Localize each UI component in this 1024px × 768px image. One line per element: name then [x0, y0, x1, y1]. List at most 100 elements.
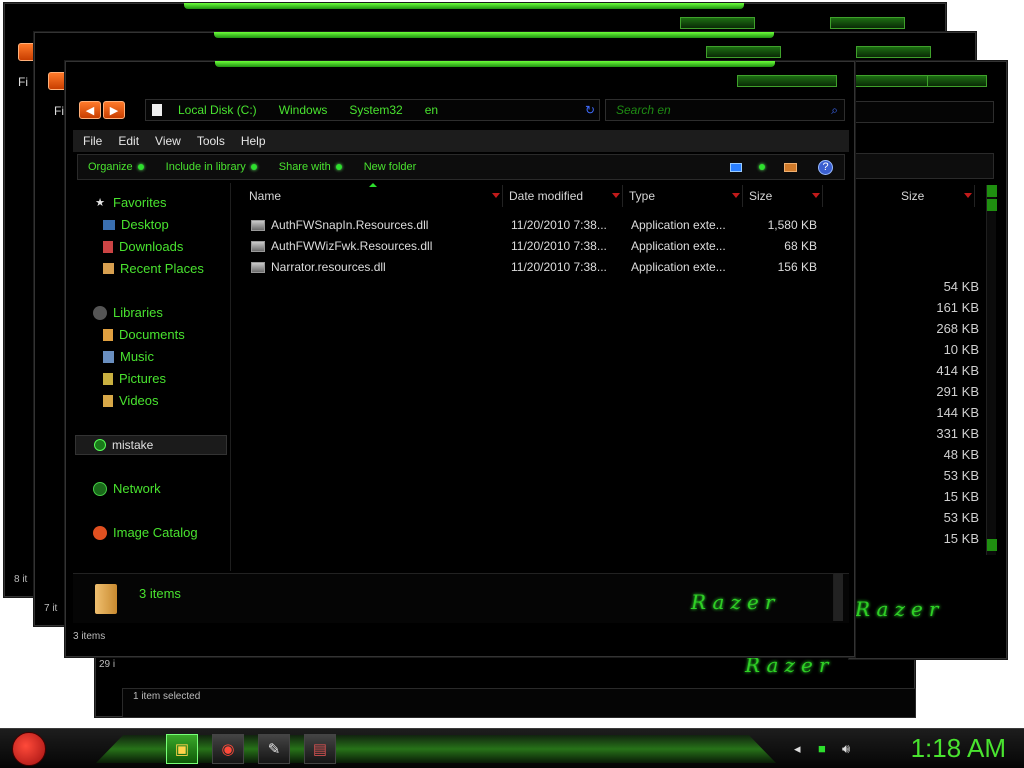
- menu-file[interactable]: File: [83, 134, 102, 148]
- status-text: 8 it: [14, 574, 28, 585]
- star-icon: ★: [95, 197, 105, 209]
- bg-size-value: 161 KB: [936, 300, 979, 315]
- background-window-3-status: 1 item selected: [122, 688, 916, 718]
- window-controls[interactable]: [830, 17, 905, 29]
- details-scroll[interactable]: [833, 573, 843, 621]
- sidebar-item-desktop[interactable]: Desktop: [103, 217, 169, 232]
- show-hidden-icons-icon[interactable]: ◂: [794, 741, 801, 757]
- file-row[interactable]: AuthFWWizFwk.Resources.dll 11/20/2010 7:3…: [233, 236, 833, 256]
- libraries-icon: [93, 305, 107, 320]
- help-icon[interactable]: ?: [818, 159, 833, 175]
- network-icon: [93, 481, 107, 496]
- taskbar: ▣ ◉ ✎ ▤ ◂ ■ 🔊︎ 1:18 AM: [0, 728, 1024, 768]
- explorer-window: ◀ ▶ Local Disk (C:) Windows System32 en …: [64, 60, 856, 658]
- menu-bar: File Edit View Tools Help: [73, 130, 849, 152]
- archive-icon: ▤: [312, 741, 328, 758]
- include-in-library-button[interactable]: Include in library: [166, 161, 257, 173]
- window-controls[interactable]: [856, 46, 931, 58]
- sidebar-favorites[interactable]: ★ Favorites: [93, 195, 166, 210]
- taskbar-chrome-button[interactable]: ◉: [212, 734, 244, 764]
- sidebar-libraries[interactable]: Libraries: [93, 305, 163, 320]
- menu-help[interactable]: Help: [241, 134, 266, 148]
- window-controls[interactable]: [706, 46, 781, 58]
- search-bar-bg[interactable]: [849, 101, 994, 123]
- menu-view[interactable]: View: [155, 134, 181, 148]
- address-folder-icon: [152, 104, 162, 116]
- taskbar-notes-button[interactable]: ✎: [258, 734, 290, 764]
- forward-button[interactable]: ▶: [103, 101, 125, 119]
- breadcrumb-system32[interactable]: System32: [349, 103, 402, 117]
- window-controls[interactable]: [855, 75, 930, 87]
- sidebar-item-recent-places[interactable]: Recent Places: [103, 261, 204, 276]
- sidebar-item-documents[interactable]: Documents: [103, 327, 185, 342]
- column-header-size[interactable]: Size: [895, 185, 975, 207]
- downloads-icon: [103, 240, 113, 253]
- column-header-date-modified[interactable]: Date modified: [503, 185, 623, 207]
- menu-tools[interactable]: Tools: [197, 134, 225, 148]
- file-type: Application exte...: [631, 260, 726, 274]
- videos-icon: [103, 394, 113, 407]
- new-folder-button[interactable]: New folder: [364, 161, 417, 173]
- file-name: AuthFWWizFwk.Resources.dll: [251, 239, 432, 253]
- start-button-angry-bird-icon[interactable]: [12, 732, 46, 766]
- window-controls[interactable]: [927, 75, 987, 87]
- status-text: 3 items: [73, 631, 106, 642]
- sidebar-item-downloads[interactable]: Downloads: [103, 239, 183, 254]
- file-name: Narrator.resources.dll: [251, 260, 386, 274]
- bg-size-value: 53 KB: [943, 468, 979, 483]
- scrollbar[interactable]: [986, 185, 997, 555]
- sidebar-network[interactable]: Network: [93, 481, 161, 496]
- homegroup-icon: [94, 439, 106, 451]
- chevron-down-icon[interactable]: [732, 193, 740, 198]
- sidebar-item-music[interactable]: Music: [103, 349, 154, 364]
- file-row[interactable]: AuthFWSnapIn.Resources.dll 11/20/2010 7:3…: [233, 215, 833, 235]
- column-header-size[interactable]: Size: [743, 185, 823, 207]
- column-header-type[interactable]: Type: [623, 185, 743, 207]
- bg-size-value: 331 KB: [936, 426, 979, 441]
- organize-button[interactable]: Organize: [88, 161, 144, 173]
- column-header-name[interactable]: Name: [243, 185, 503, 207]
- navigation-pane: ★ Favorites Desktop Downloads Recent Plac…: [73, 183, 231, 571]
- preview-pane-icon[interactable]: [784, 162, 797, 172]
- menu-edit[interactable]: Edit: [118, 134, 139, 148]
- sidebar-image-catalog[interactable]: Image Catalog: [93, 525, 198, 540]
- music-icon: [103, 350, 114, 363]
- view-options-icon[interactable]: [730, 162, 742, 172]
- search-input[interactable]: Search en ⌕: [605, 99, 845, 121]
- search-icon[interactable]: ⌕: [831, 103, 838, 118]
- recent-places-icon: [103, 263, 114, 274]
- file-list: Name Date modified Type Size AuthFWSnapI…: [233, 183, 849, 571]
- breadcrumb-windows[interactable]: Windows: [279, 103, 328, 117]
- sidebar-homegroup[interactable]: mistake: [75, 435, 227, 455]
- chevron-down-icon[interactable]: [812, 193, 820, 198]
- file-row[interactable]: Narrator.resources.dll 11/20/2010 7:38...…: [233, 257, 833, 277]
- volume-icon[interactable]: 🔊︎: [842, 741, 850, 757]
- sidebar-item-pictures[interactable]: Pictures: [103, 371, 166, 386]
- bg-size-value: 414 KB: [936, 363, 979, 378]
- view-dropdown-icon[interactable]: [759, 164, 765, 170]
- window-controls[interactable]: [680, 17, 755, 29]
- notes-icon: ✎: [267, 741, 281, 758]
- taskbar-explorer-button[interactable]: ▣: [166, 734, 198, 764]
- sidebar-item-videos[interactable]: Videos: [103, 393, 159, 408]
- breadcrumb-local-disk[interactable]: Local Disk (C:): [178, 103, 257, 117]
- razer-logo: Razer: [855, 597, 945, 621]
- refresh-icon[interactable]: ↻: [585, 103, 595, 117]
- chevron-down-icon[interactable]: [612, 193, 620, 198]
- chevron-down-icon[interactable]: [492, 193, 500, 198]
- file-size: 1,580 KB: [767, 218, 817, 232]
- back-button[interactable]: ◀: [79, 101, 101, 119]
- address-bar[interactable]: Local Disk (C:) Windows System32 en ↻: [145, 99, 600, 121]
- window-controls[interactable]: [737, 75, 837, 87]
- command-bar: Organize Include in library Share with N…: [77, 154, 845, 180]
- file-type: Application exte...: [631, 239, 726, 253]
- dll-file-icon: [251, 262, 265, 274]
- network-status-icon[interactable]: ■: [818, 741, 826, 756]
- share-with-button[interactable]: Share with: [279, 161, 342, 173]
- breadcrumb-en[interactable]: en: [425, 103, 438, 117]
- taskbar-archive-button[interactable]: ▤: [304, 734, 336, 764]
- clock[interactable]: 1:18 AM: [911, 733, 1006, 764]
- details-pane: 3 items Razer: [73, 573, 849, 623]
- pictures-icon: [103, 372, 113, 385]
- dll-file-icon: [251, 241, 265, 253]
